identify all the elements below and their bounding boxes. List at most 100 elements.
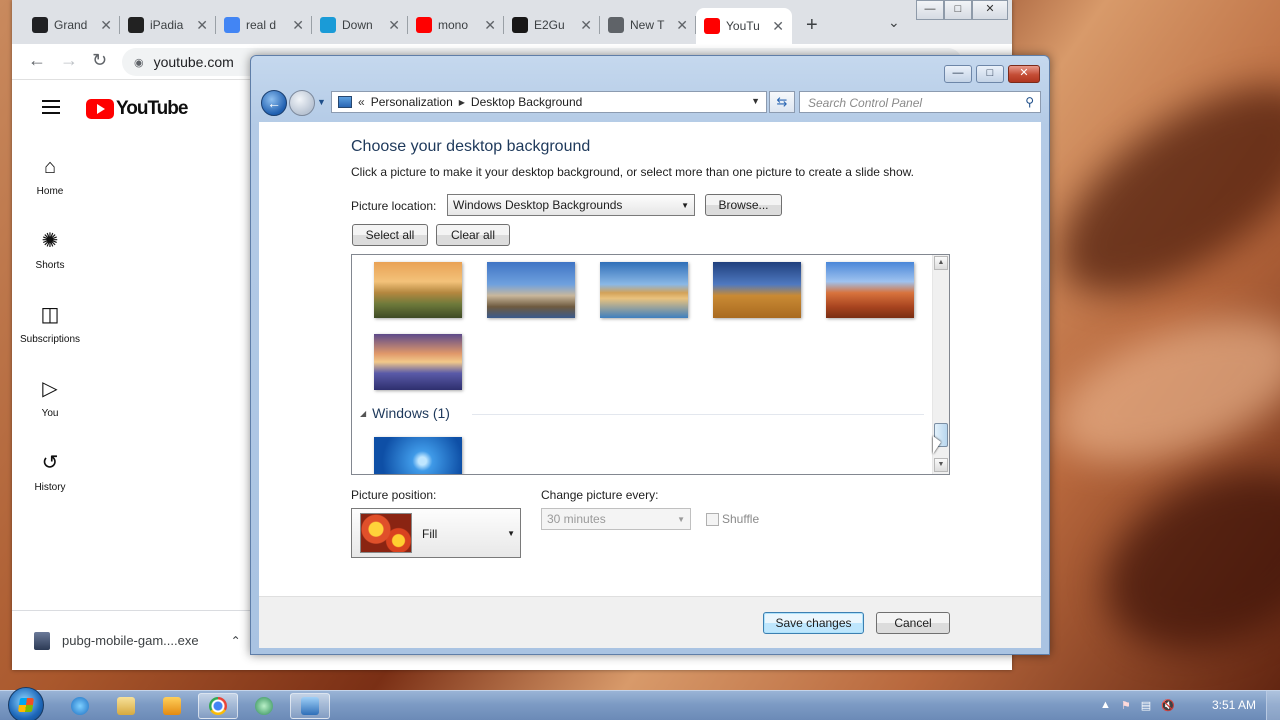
browser-tab[interactable]: E2Gu ✕ [504, 10, 600, 40]
change-interval-select[interactable]: 30 minutes ▼ [541, 508, 691, 530]
taskbar-ie-button[interactable] [60, 693, 100, 719]
close-button[interactable]: ✕ [972, 0, 1008, 20]
youtube-logo[interactable]: YouTube [86, 98, 188, 120]
breadcrumb-separator-icon[interactable]: ▶ [459, 98, 465, 107]
browser-tab[interactable]: New T ✕ [600, 10, 696, 40]
thumbnail-windows[interactable] [374, 437, 462, 474]
maximize-button[interactable]: □ [944, 0, 972, 20]
cancel-button[interactable]: Cancel [876, 612, 950, 634]
clock[interactable]: 3:51 AM [1212, 698, 1256, 712]
picture-position-value: Fill [422, 527, 438, 541]
minimize-button[interactable]: — [916, 0, 944, 20]
maximize-button[interactable]: □ [976, 65, 1004, 83]
change-picture-label: Change picture every: [541, 488, 659, 502]
breadcrumb-desktop-background[interactable]: Desktop Background [471, 95, 582, 109]
download-filename: pubg-mobile-gam....exe [62, 633, 199, 648]
tab-title: Grand [54, 18, 88, 32]
new-tab-button[interactable]: + [806, 14, 818, 37]
browser-tab[interactable]: iPadia ✕ [120, 10, 216, 40]
picture-position-select[interactable]: Fill ▼ [351, 508, 521, 558]
search-input[interactable]: Search Control Panel ⚲ [799, 91, 1041, 113]
guide-item-shorts[interactable]: ✺ Shorts [12, 230, 88, 296]
collapse-triangle-icon[interactable]: ◢ [360, 409, 366, 418]
browser-tab[interactable]: Grand ✕ [24, 10, 120, 40]
network-icon[interactable]: ▤ [1141, 699, 1151, 712]
show-desktop-button[interactable] [1266, 691, 1280, 720]
search-icon[interactable]: ⚲ [1025, 95, 1034, 109]
chevron-up-icon[interactable]: ⌃ [231, 634, 241, 648]
select-all-button[interactable]: Select all [352, 224, 428, 246]
guide-item-home[interactable]: ⌂ Home [12, 156, 88, 222]
menu-hamburger-icon[interactable] [42, 100, 60, 114]
tab-close-icon[interactable]: ✕ [100, 17, 112, 34]
tab-search-chevron-icon[interactable]: ⌄ [888, 14, 900, 31]
tab-close-icon[interactable]: ✕ [388, 17, 400, 34]
forward-arrow-icon[interactable]: → [60, 50, 78, 71]
save-changes-button[interactable]: Save changes [763, 612, 864, 634]
address-dropdown-icon[interactable]: ▼ [751, 96, 760, 106]
tab-close-icon[interactable]: ✕ [292, 17, 304, 34]
scroll-up-icon[interactable]: ▲ [934, 256, 948, 270]
group-label: Windows (1) [372, 405, 450, 421]
browser-tab[interactable]: YouTu ✕ [696, 8, 792, 44]
thumbnail-sea-rock[interactable] [600, 262, 688, 318]
action-center-flag-icon[interactable]: ⚑ [1121, 699, 1131, 712]
back-arrow-icon[interactable]: ← [28, 50, 46, 71]
tab-favicon-icon [32, 17, 48, 33]
thumbnail-meadow-sunset[interactable] [374, 262, 462, 318]
exe-file-icon [34, 631, 50, 650]
tab-close-icon[interactable]: ✕ [676, 17, 688, 34]
breadcrumb[interactable]: « Personalization ▶ Desktop Background ▼ [331, 91, 767, 113]
guide-item-subscriptions[interactable]: ◫ Subscriptions [12, 304, 88, 370]
download-shelf-item[interactable]: pubg-mobile-gam....exe ⌃ [12, 610, 250, 670]
you-icon: ▷ [42, 378, 58, 400]
tab-close-icon[interactable]: ✕ [580, 17, 592, 34]
taskbar-control-panel-button[interactable] [290, 693, 330, 719]
tab-close-icon[interactable]: ✕ [196, 17, 208, 34]
tab-close-icon[interactable]: ✕ [484, 17, 496, 34]
taskbar-network-button[interactable] [244, 693, 284, 719]
group-header-windows[interactable]: ◢ Windows (1) [360, 405, 450, 421]
clear-all-button[interactable]: Clear all [436, 224, 510, 246]
group-divider [472, 414, 924, 415]
refresh-icon[interactable]: ⇆ [769, 91, 795, 113]
guide-label: Shorts [35, 260, 65, 271]
guide-item-history[interactable]: ↺ History [12, 452, 88, 518]
change-interval-value: 30 minutes [547, 512, 606, 526]
show-hidden-icons-icon[interactable]: ▲ [1100, 699, 1111, 712]
browser-tab[interactable]: real d ✕ [216, 10, 312, 40]
shuffle-checkbox[interactable] [706, 513, 719, 526]
instructions-text: Click a picture to make it your desktop … [351, 165, 914, 179]
taskbar-explorer-button[interactable] [106, 693, 146, 719]
picture-location-select[interactable]: Windows Desktop Backgrounds ▼ [447, 194, 695, 216]
breadcrumb-personalization[interactable]: Personalization [371, 95, 453, 109]
forward-arrow-icon[interactable] [289, 90, 315, 116]
overflow-chevron-icon[interactable]: « [358, 95, 365, 109]
guide-item-you[interactable]: ▷ You [12, 378, 88, 444]
thumbnail-hay-bale[interactable] [713, 262, 801, 318]
wallpaper-shade [1077, 436, 1280, 684]
tab-title: real d [246, 18, 277, 32]
recent-pages-dropdown-icon[interactable]: ▼ [317, 97, 326, 107]
browse-button[interactable]: Browse... [705, 194, 782, 216]
thumbnail-delicate-arch[interactable] [826, 262, 914, 318]
minimize-button[interactable]: — [944, 65, 972, 83]
globe-icon [255, 697, 273, 715]
tab-favicon-icon [608, 17, 624, 33]
back-arrow-icon[interactable]: ← [261, 90, 287, 116]
tab-title: mono [438, 18, 469, 32]
taskbar-chrome-button[interactable] [198, 693, 238, 719]
close-button[interactable]: ✕ [1008, 65, 1040, 83]
thumbnail-lupine-lake[interactable] [374, 334, 462, 390]
scroll-down-icon[interactable]: ▼ [934, 458, 948, 472]
volume-muted-icon[interactable]: 🔇 [1161, 699, 1175, 712]
guide-label: You [41, 408, 59, 419]
chrome-icon [209, 697, 227, 715]
browser-tab[interactable]: mono ✕ [408, 10, 504, 40]
taskbar-media-player-button[interactable] [152, 693, 192, 719]
tab-close-icon[interactable]: ✕ [772, 18, 784, 35]
start-button[interactable] [8, 687, 44, 720]
browser-tab[interactable]: Down ✕ [312, 10, 408, 40]
reload-icon[interactable]: ↻ [92, 50, 107, 71]
thumbnail-lighthouse[interactable] [487, 262, 575, 318]
